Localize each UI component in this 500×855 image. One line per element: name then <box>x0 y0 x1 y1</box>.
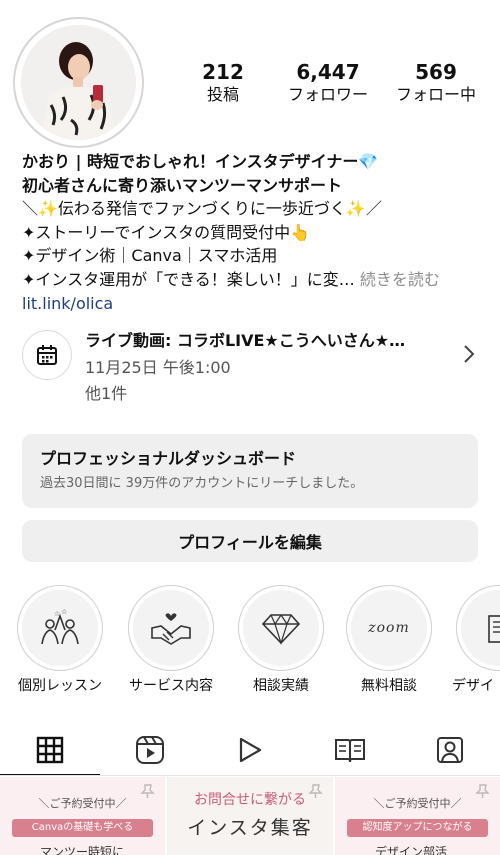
svg-text:☆: ☆ <box>61 608 67 616</box>
svg-text:☆: ☆ <box>54 610 60 618</box>
lesson-icon: ☆ ☆ <box>22 590 98 666</box>
profile-tagline: 初心者さんに寄り添いマンツーマンサポート <box>22 175 343 195</box>
professional-dashboard[interactable]: プロフェッショナルダッシュボード 過去30日間に 39万件のアカウントにリーチし… <box>22 434 478 508</box>
tab-posts[interactable] <box>0 724 100 776</box>
event-more-count: 他1件 <box>85 384 128 403</box>
tab-reels[interactable] <box>100 724 200 776</box>
avatar <box>21 25 136 140</box>
tagged-icon <box>437 737 463 763</box>
profile-stats: 212 投稿 6,447 フォロワー 569 フォロー中 <box>178 60 490 110</box>
diamond-icon <box>243 590 319 666</box>
bio-line: ✦デザイン術｜Canva｜スマホ活用 <box>22 246 278 266</box>
handshake-icon <box>133 590 209 666</box>
tile-text: マンツー時短に <box>40 845 125 855</box>
tile-pill: Canvaの基礎も学べる <box>12 819 153 837</box>
bio-line-truncated: ✦インスタ運用が「できる！楽しい！」に変… 続きを読む <box>22 268 492 292</box>
dashboard-title: プロフェッショナルダッシュボード <box>40 449 297 468</box>
profile-avatar-ring[interactable] <box>13 17 144 148</box>
posts-label: 投稿 <box>206 85 239 104</box>
post-tile[interactable]: ＼ご予約受付中／ Canvaの基礎も学べる マンツー時短に <box>0 777 165 855</box>
highlight-item[interactable]: zoom 無料相談 <box>334 585 444 695</box>
highlight-item[interactable]: デザイ <box>444 585 500 695</box>
bio-line: ✦ストーリーでインスタの質問受付中👆 <box>22 222 311 242</box>
zoom-text: zoom <box>368 620 410 636</box>
highlight-item[interactable]: サービス内容 <box>116 585 226 695</box>
followers-label: フォロワー <box>287 85 368 104</box>
guide-icon <box>335 739 365 763</box>
bio-link[interactable]: lit.link/olica <box>22 292 492 316</box>
followers-count: 6,447 <box>296 60 360 84</box>
grid-icon <box>36 736 64 764</box>
tab-tagged[interactable] <box>400 724 500 776</box>
profile-name: かおり | 時短でおしゃれ！インスタデザイナー💎 <box>22 152 379 171</box>
tab-videos[interactable] <box>200 724 300 776</box>
tile-caption: ＼ご予約受付中／ <box>373 797 462 810</box>
post-tile[interactable]: お問合せに繋がる インスタ集客 <box>167 777 333 855</box>
story-highlights: ☆ ☆ 個別レッスン サービス内容 相談実績 zoom 無料相談 デザイ <box>0 585 500 700</box>
tile-pill: 認知度アップにつながる <box>347 819 488 837</box>
highlight-label: 個別レッスン <box>18 678 102 694</box>
event-title: ライブ動画: コラボLIVE★こうへいさん★… <box>85 331 406 350</box>
video-icon <box>239 737 262 763</box>
highlight-label: 無料相談 <box>361 678 417 694</box>
highlight-item[interactable]: 相談実績 <box>226 585 336 695</box>
tile-caption: お問合せに繋がる <box>194 792 306 808</box>
following-label: フォロー中 <box>395 85 476 104</box>
tile-text: デザイン部活 <box>375 845 448 855</box>
bio-line: ＼✨伝わる発信でファンづくりに一歩近づく✨／ <box>22 199 382 219</box>
chevron-right-icon[interactable] <box>462 344 476 368</box>
highlight-item[interactable]: ☆ ☆ 個別レッスン <box>5 585 115 695</box>
tile-headline: インスタ集客 <box>187 817 313 839</box>
stat-posts[interactable]: 212 投稿 <box>173 60 273 106</box>
highlight-label: 相談実績 <box>253 678 309 694</box>
read-more-link[interactable]: 続きを読む <box>360 270 440 289</box>
stat-following[interactable]: 569 フォロー中 <box>386 60 486 106</box>
profile-bio: かおり | 時短でおしゃれ！インスタデザイナー💎 初心者さんに寄り添いマンツーマ… <box>22 150 492 315</box>
highlight-label: デザイ <box>452 678 494 694</box>
stat-followers[interactable]: 6,447 フォロワー <box>278 60 378 106</box>
bio-line: ✦インスタ運用が「できる！楽しい！」に変… <box>22 269 355 289</box>
tabs-divider <box>0 775 500 776</box>
scheduled-live-event[interactable]: ライブ動画: コラボLIVE★こうへいさん★… 11月25日 午後1:00 他1… <box>22 330 482 410</box>
dashboard-subtitle: 過去30日間に 39万件のアカウントにリーチしました。 <box>40 476 364 491</box>
calendar-icon <box>22 330 72 380</box>
edit-profile-button[interactable]: プロフィールを編集 <box>22 520 478 562</box>
event-date: 11月25日 午後1:00 <box>85 358 231 377</box>
profile-tabs <box>0 724 500 776</box>
post-tile[interactable]: ＼ご予約受付中／ 認知度アップにつながる デザイン部活 <box>335 777 500 855</box>
reels-icon <box>136 736 164 764</box>
tab-guides[interactable] <box>300 724 400 776</box>
book-icon <box>461 590 500 666</box>
following-count: 569 <box>415 60 457 84</box>
post-grid: ＼ご予約受付中／ Canvaの基礎も学べる マンツー時短に お問合せに繋がる イ… <box>0 777 500 855</box>
zoom-icon: zoom <box>351 590 427 666</box>
posts-count: 212 <box>202 60 244 84</box>
highlight-label: サービス内容 <box>129 678 213 694</box>
tile-caption: ＼ご予約受付中／ <box>38 797 127 810</box>
